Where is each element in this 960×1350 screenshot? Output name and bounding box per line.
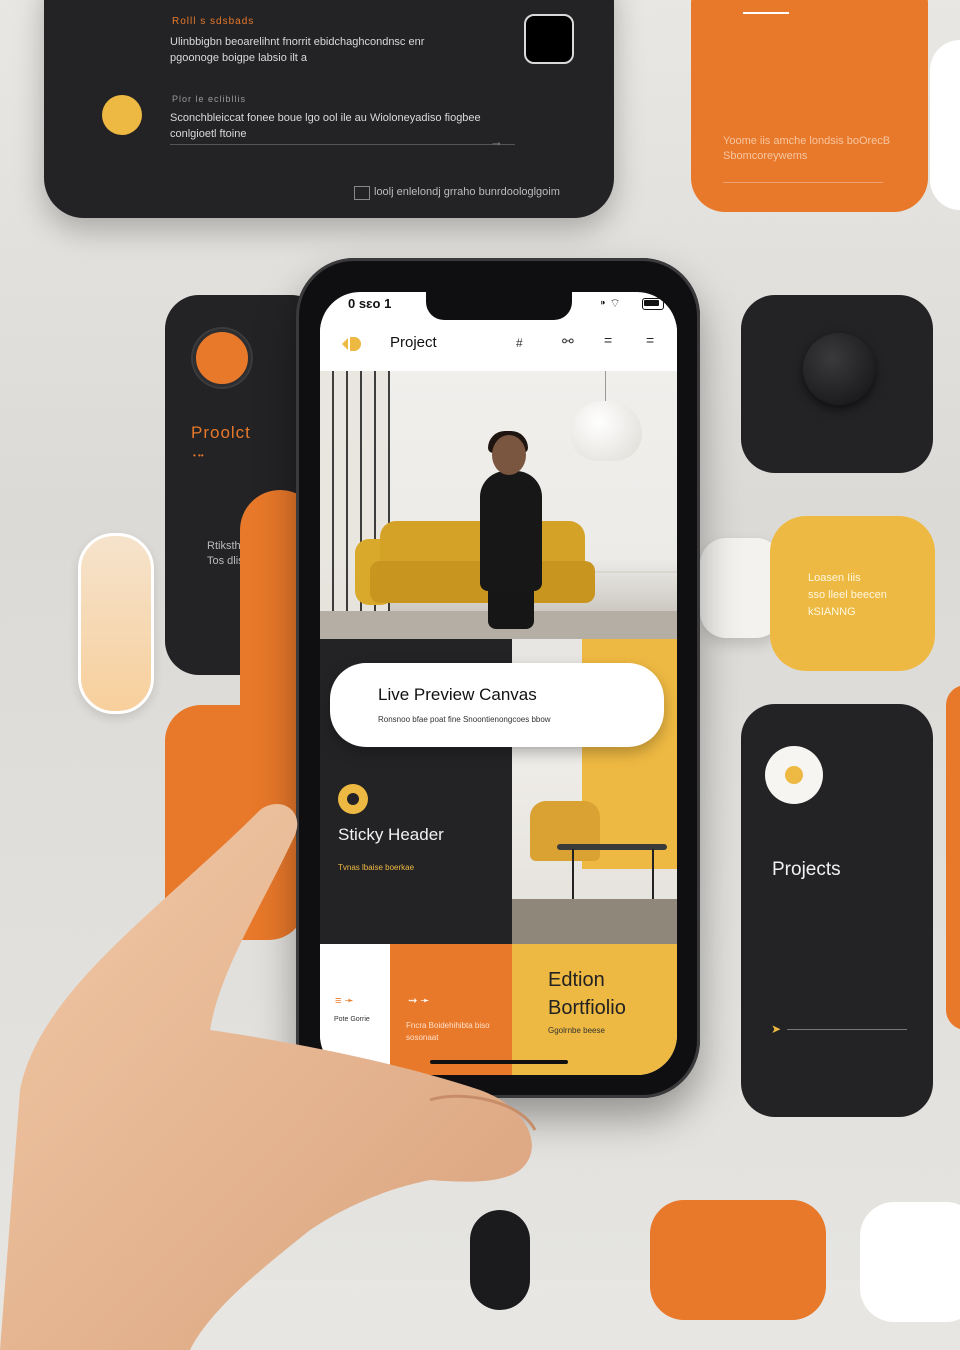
card-title: Proolct: [191, 423, 251, 442]
card-eyebrow-2: Plor le eclibllis: [172, 94, 247, 104]
menu-icon[interactable]: =: [604, 332, 612, 348]
card-text: Loasen Iiis sso lleel beecen kSIANNG: [808, 572, 887, 618]
card-body-text-2: Sconchbleiccat fonee boue lgo ool ile au…: [170, 112, 481, 140]
background-card-right-dark: [741, 295, 933, 473]
person-head: [492, 435, 526, 475]
background-card-top-left: Rolll s sdsbads Ulinbbigbn beoarelihnt f…: [44, 0, 614, 218]
phone-notch: [426, 292, 572, 320]
yellow-ring-icon: [765, 746, 823, 804]
divider: [743, 12, 789, 14]
arrow-right-icon: →: [490, 134, 503, 149]
status-time: 0 sɛo 1: [348, 296, 392, 311]
background-card-projects: Projects ➤: [741, 704, 933, 1117]
link-icon[interactable]: ⚯: [562, 333, 574, 350]
hero-image: [320, 371, 677, 639]
preview-title: Live Preview Canvas: [378, 685, 537, 704]
card-title: Projects: [772, 859, 841, 880]
background-card-edge: [946, 685, 960, 1030]
app-title: Project: [390, 334, 437, 351]
logo-icon: [342, 337, 361, 351]
preview-subtitle: Ronsnoo bfae poat fine Snoontienongcoes …: [378, 715, 551, 724]
app-header: Project # ⚯ = =: [320, 324, 677, 370]
background-card-top-right: Yoome iis amche londsis boOrecB Sbomcore…: [691, 0, 928, 212]
divider: [170, 144, 515, 145]
pendant-lamp: [570, 401, 642, 461]
arrow-right-icon: ➤: [771, 1022, 782, 1036]
peach-pill-toggle: [78, 533, 154, 714]
card-subtitle: • ••: [193, 451, 204, 460]
knob-icon: [803, 333, 875, 405]
card-eyebrow: Rolll s sdsbads: [172, 16, 255, 27]
background-card-right-yellow: Loasen Iiis sso lleel beecen kSIANNG: [770, 516, 935, 671]
lamp-cord: [605, 371, 606, 403]
status-icons: ⁍ ⌔: [600, 296, 621, 310]
table-leg: [652, 849, 654, 899]
yellow-dot-icon: [102, 95, 142, 135]
square-icon: [524, 14, 574, 64]
divider: [787, 1029, 907, 1030]
table-leg: [572, 849, 574, 899]
background-card-edge: [930, 40, 960, 210]
orange-ring-icon: [193, 329, 251, 387]
person-body: [480, 471, 542, 591]
background-card-bottom: [860, 1202, 960, 1322]
hamburger-icon[interactable]: =: [646, 332, 654, 348]
card-text: Yoome iis amche londsis boOrecB Sbomcore…: [723, 135, 891, 162]
hash-icon[interactable]: #: [516, 336, 523, 350]
background-card-bottom: [650, 1200, 826, 1320]
hand-illustration: [0, 804, 537, 1350]
divider: [723, 182, 883, 183]
card-body-text: Ulinbbigbn beoarelihnt fnorrit ebidchagh…: [170, 36, 425, 64]
live-preview-card[interactable]: Live Preview Canvas Ronsnoo bfae poat fi…: [330, 663, 664, 747]
battery-icon: [642, 298, 664, 310]
grid-icon: [354, 186, 370, 200]
card-footer-text: loolj enlelondj grraho bunrdoologlgoim: [374, 186, 560, 198]
